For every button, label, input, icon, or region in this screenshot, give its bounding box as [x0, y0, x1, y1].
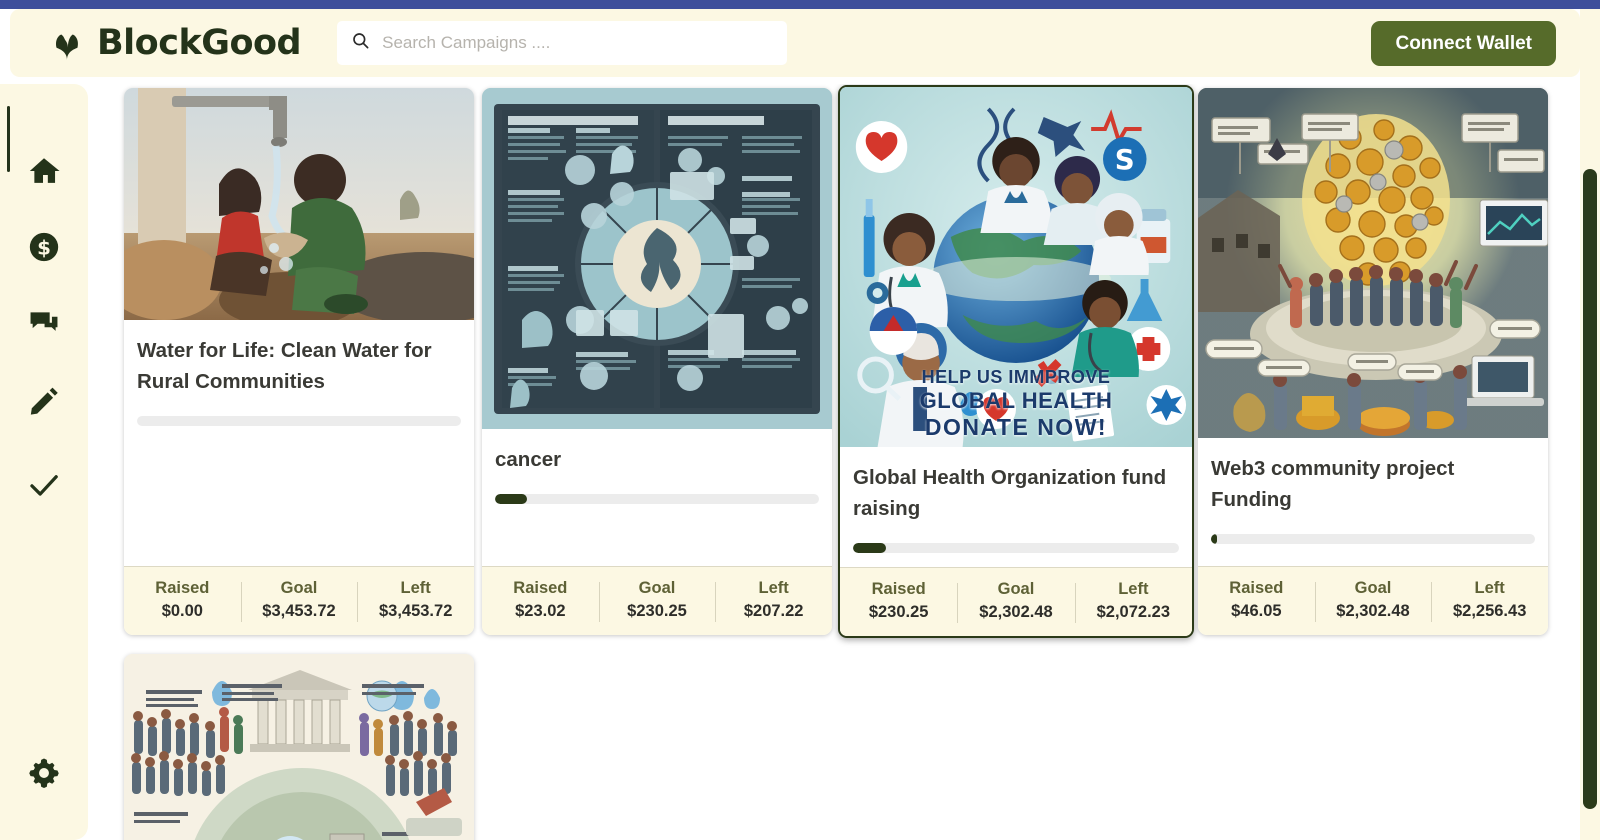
chat-icon — [27, 306, 61, 340]
stat-label: Goal — [280, 579, 318, 597]
stat-label: Raised — [1229, 579, 1284, 597]
check-icon — [27, 468, 61, 502]
campaign-stats: Raised $0.00 Goal $3,453.72 Left $3,453.… — [124, 566, 474, 635]
pencil-icon — [27, 384, 61, 418]
global-health-image: S — [840, 87, 1192, 447]
stat-goal: Goal $230.25 — [598, 579, 716, 622]
connect-wallet-button[interactable]: Connect Wallet — [1371, 21, 1556, 66]
sidebar-item-create[interactable] — [14, 372, 74, 430]
stat-label: Goal — [997, 580, 1035, 598]
page-scrollbar-thumb[interactable] — [1583, 169, 1597, 809]
stat-left: Left $2,256.43 — [1431, 579, 1548, 622]
page-scrollbar-track[interactable] — [1580, 9, 1600, 840]
stat-label: Goal — [1354, 579, 1392, 597]
stat-label: Left — [1474, 579, 1505, 597]
campaign-title: Water for Life: Clean Water for Rural Co… — [137, 339, 432, 393]
home-icon — [27, 154, 61, 188]
svg-text:S: S — [1115, 143, 1135, 176]
campaign-card[interactable]: cancer Raised $23.02 Goal $230.25 Left $… — [482, 88, 832, 635]
sidebar-item-settings[interactable] — [14, 744, 74, 802]
stat-value: $46.05 — [1231, 602, 1282, 620]
stat-raised: Raised $230.25 — [840, 580, 957, 622]
dollar-circle-icon: $ — [27, 230, 61, 264]
campaign-stats: Raised $23.02 Goal $230.25 Left $207.22 — [482, 566, 832, 635]
progress-bar — [1211, 533, 1535, 544]
stat-value: $3,453.72 — [262, 602, 336, 620]
progress-bar — [495, 493, 819, 504]
stat-raised: Raised $0.00 — [124, 579, 241, 621]
progress-bar — [137, 415, 461, 426]
campaign-card[interactable]: S HELP US IMMPROVE GLOBAL HEALTH DONATE … — [838, 85, 1194, 638]
stat-label: Raised — [871, 580, 926, 598]
campaign-stats: Raised $230.25 Goal $2,302.48 Left $2,07… — [840, 567, 1192, 636]
campaign-image — [1198, 88, 1548, 438]
sidebar-item-home[interactable] — [14, 142, 74, 200]
stat-label: Raised — [155, 579, 210, 597]
water-infographic-image — [124, 654, 474, 840]
campaign-title: Global Health Organization fund raising — [853, 466, 1167, 520]
stat-left: Left $2,072.23 — [1074, 580, 1192, 623]
stat-value: $3,453.72 — [378, 602, 453, 620]
progress-bar — [853, 542, 1179, 553]
stat-value: $2,072.23 — [1096, 603, 1171, 621]
top-accent-bar — [0, 0, 1600, 9]
stat-goal: Goal $2,302.48 — [1314, 579, 1432, 622]
campaign-card[interactable]: Water for Life: Clean Water for Rural Co… — [124, 88, 474, 635]
campaign-image: S HELP US IMMPROVE GLOBAL HEALTH DONATE … — [840, 87, 1192, 447]
campaign-card[interactable]: Web3 community project Funding Raised $4… — [1198, 88, 1548, 635]
progress-fill — [495, 493, 528, 504]
stat-label: Left — [758, 579, 789, 597]
sidebar: $ — [0, 84, 88, 840]
stat-left: Left $3,453.72 — [357, 579, 474, 622]
stat-label: Goal — [638, 579, 676, 597]
stat-goal: Goal $2,302.48 — [957, 580, 1074, 623]
sidebar-item-messages[interactable] — [14, 294, 74, 352]
campaign-title: Web3 community project Funding — [1211, 457, 1455, 511]
cancer-brochure-image — [482, 88, 832, 429]
stat-label: Left — [1118, 580, 1149, 598]
campaign-grid: Water for Life: Clean Water for Rural Co… — [88, 84, 1558, 840]
sidebar-active-rail — [7, 106, 10, 172]
water-tap-photo — [124, 88, 474, 320]
brand[interactable]: BlockGood — [48, 23, 302, 63]
campaign-title: cancer — [495, 448, 562, 471]
sidebar-item-donations[interactable]: $ — [14, 218, 74, 276]
campaign-image — [124, 88, 474, 320]
campaign-image — [482, 88, 832, 429]
sidebar-item-approved[interactable] — [14, 456, 74, 514]
stat-value: $0.00 — [161, 602, 203, 620]
stat-raised: Raised $46.05 — [1198, 579, 1315, 621]
stat-value: $230.25 — [627, 602, 687, 620]
stat-label: Left — [400, 579, 431, 597]
gear-icon — [27, 756, 61, 790]
stat-value: $207.22 — [743, 602, 804, 620]
stat-label: Raised — [513, 579, 568, 597]
search-input[interactable] — [382, 33, 774, 53]
web3-community-image — [1198, 88, 1548, 438]
svg-text:$: $ — [37, 237, 51, 260]
stat-left: Left $207.22 — [715, 579, 832, 622]
brand-name: BlockGood — [97, 23, 302, 63]
search-icon — [351, 31, 370, 55]
stat-raised: Raised $23.02 — [482, 579, 599, 621]
campaign-image — [124, 654, 474, 840]
stat-value: $2,302.48 — [979, 603, 1053, 621]
stat-value: $230.25 — [868, 603, 929, 621]
stat-value: $23.02 — [515, 602, 566, 620]
progress-fill — [853, 542, 886, 553]
progress-fill — [1211, 533, 1218, 544]
campaign-stats: Raised $46.05 Goal $2,302.48 Left $2,256… — [1198, 566, 1548, 635]
stat-goal: Goal $3,453.72 — [240, 579, 358, 622]
campaign-card[interactable] — [124, 654, 474, 840]
leaf-icon — [48, 24, 86, 62]
stat-value: $2,256.43 — [1452, 602, 1527, 620]
stat-value: $2,302.48 — [1336, 602, 1410, 620]
app-header: BlockGood Connect Wallet — [10, 9, 1580, 77]
search-bar[interactable] — [337, 21, 788, 65]
